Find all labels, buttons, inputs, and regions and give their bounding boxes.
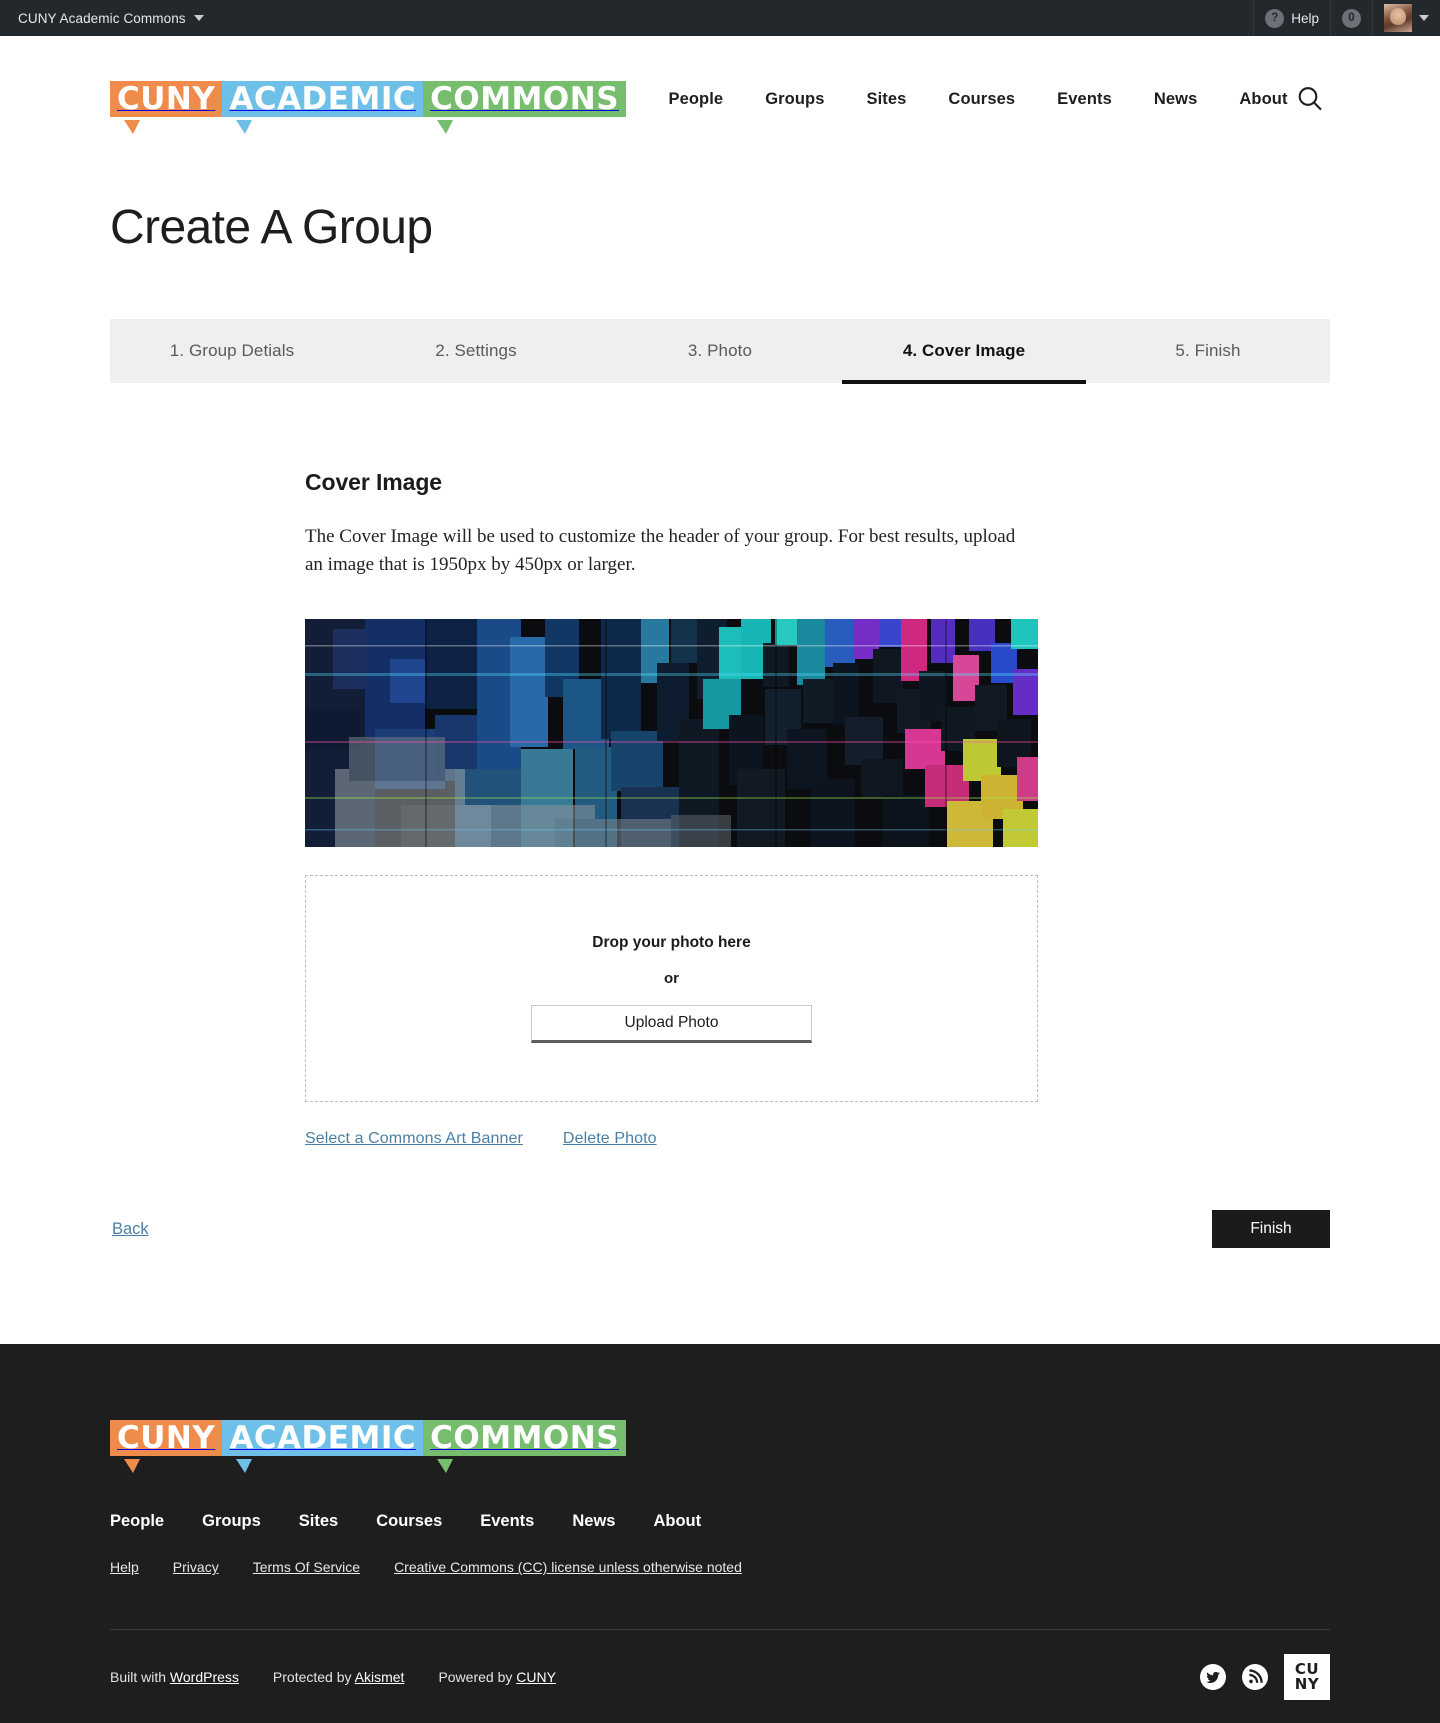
footer-nav-item-courses[interactable]: Courses bbox=[376, 1512, 442, 1531]
section-title: Cover Image bbox=[305, 469, 442, 495]
cover-image-actions: Select a Commons Art Banner Delete Photo bbox=[305, 1130, 1135, 1148]
step-content: Cover Image The Cover Image will be used… bbox=[110, 469, 1330, 1148]
footer-logo-wordmark: CUNY ACADEMIC COMMONS bbox=[110, 1416, 627, 1474]
admin-bar: CUNY Academic Commons ? Help 0 bbox=[0, 0, 1440, 36]
footer-privacy-link[interactable]: Privacy bbox=[173, 1559, 219, 1575]
dropzone-or-label: or bbox=[664, 970, 679, 988]
credit-cuny: Powered by CUNY bbox=[438, 1669, 556, 1685]
akismet-link[interactable]: Akismet bbox=[355, 1669, 405, 1685]
cuny-link[interactable]: CUNY bbox=[516, 1669, 556, 1685]
footer-nav-item-groups[interactable]: Groups bbox=[202, 1512, 261, 1531]
upload-photo-button[interactable]: Upload Photo bbox=[531, 1005, 812, 1044]
footer-legal-links: Help Privacy Terms Of Service Creative C… bbox=[110, 1559, 1330, 1629]
logo-wordmark: CUNY ACADEMIC COMMONS bbox=[110, 77, 627, 134]
footer-nav-item-sites[interactable]: Sites bbox=[299, 1512, 338, 1531]
footer-logo-part-academic: ACADEMIC bbox=[222, 1416, 424, 1474]
footer-bottom-bar: Built with WordPress Protected by Akisme… bbox=[110, 1629, 1330, 1723]
question-mark-icon: ? bbox=[1265, 8, 1285, 28]
cuny-mark-line2: NY bbox=[1294, 1674, 1320, 1693]
logo-part-cuny: CUNY bbox=[110, 77, 223, 134]
footer-license-link[interactable]: Creative Commons (CC) license unless oth… bbox=[394, 1559, 742, 1575]
site-footer: CUNY ACADEMIC COMMONS People Groups Site… bbox=[0, 1344, 1440, 1723]
adminbar-help-label: Help bbox=[1291, 10, 1319, 26]
page-container: Create A Group 1. Group Detials 2. Setti… bbox=[0, 200, 1440, 1148]
cuny-logo-mark[interactable]: CU NY bbox=[1284, 1653, 1330, 1700]
logo-tail-icon bbox=[236, 1459, 253, 1474]
adminbar-spacer bbox=[216, 0, 1254, 36]
wordpress-link[interactable]: WordPress bbox=[170, 1669, 239, 1685]
tab-finish[interactable]: 5. Finish bbox=[1086, 319, 1330, 383]
rss-icon[interactable] bbox=[1242, 1663, 1268, 1690]
select-commons-art-banner-link[interactable]: Select a Commons Art Banner bbox=[305, 1130, 523, 1148]
main-navigation: People Groups Sites Courses Events News … bbox=[666, 90, 1290, 109]
nav-item-news[interactable]: News bbox=[1154, 90, 1198, 109]
nav-item-groups[interactable]: Groups bbox=[765, 90, 824, 109]
nav-item-sites[interactable]: Sites bbox=[866, 90, 906, 109]
footer-logo-part-commons: COMMONS bbox=[423, 1416, 627, 1474]
footer-logo-part-cuny: CUNY bbox=[110, 1416, 223, 1474]
delete-photo-link[interactable]: Delete Photo bbox=[563, 1130, 657, 1148]
photo-dropzone[interactable]: Drop your photo here or Upload Photo bbox=[305, 875, 1038, 1103]
credit-wordpress-prefix: Built with bbox=[110, 1668, 167, 1685]
adminbar-help-item[interactable]: ? Help bbox=[1253, 0, 1330, 36]
footer-credits: Built with WordPress Protected by Akisme… bbox=[110, 1669, 556, 1685]
section-description: The Cover Image will be used to customiz… bbox=[305, 526, 1016, 576]
logo-tail-icon bbox=[437, 1459, 454, 1474]
footer-logo[interactable]: CUNY ACADEMIC COMMONS bbox=[110, 1416, 1330, 1474]
tab-cover-image[interactable]: 4. Cover Image bbox=[842, 319, 1086, 384]
credit-wordpress: Built with WordPress bbox=[110, 1669, 239, 1685]
footer-nav-item-people[interactable]: People bbox=[110, 1512, 164, 1531]
page-title: Create A Group bbox=[110, 201, 433, 254]
logo-tail-icon bbox=[236, 120, 253, 134]
adminbar-site-menu[interactable]: CUNY Academic Commons bbox=[0, 0, 216, 36]
cover-image-preview bbox=[305, 619, 1038, 848]
notification-count-badge: 0 bbox=[1342, 8, 1361, 28]
logo-tail-icon bbox=[437, 120, 454, 134]
logo-part-commons: COMMONS bbox=[423, 77, 627, 134]
logo-tail-icon bbox=[124, 1459, 140, 1474]
site-logo[interactable]: CUNY ACADEMIC COMMONS bbox=[110, 77, 627, 134]
adminbar-right-group: ? Help 0 bbox=[1253, 0, 1440, 36]
dropzone-title: Drop your photo here bbox=[592, 934, 751, 952]
search-icon[interactable] bbox=[1290, 79, 1330, 119]
avatar bbox=[1384, 4, 1412, 32]
chevron-down-icon bbox=[193, 15, 204, 21]
footer-navigation: People Groups Sites Courses Events News … bbox=[110, 1512, 1330, 1531]
nav-item-about[interactable]: About bbox=[1239, 90, 1287, 109]
footer-nav-item-about[interactable]: About bbox=[653, 1512, 701, 1531]
tab-photo[interactable]: 3. Photo bbox=[598, 319, 842, 383]
footer-terms-link[interactable]: Terms Of Service bbox=[253, 1559, 360, 1575]
nav-item-courses[interactable]: Courses bbox=[948, 90, 1015, 109]
credit-akismet: Protected by Akismet bbox=[273, 1669, 405, 1685]
wizard-navigation: Back Finish bbox=[110, 1210, 1330, 1344]
adminbar-notifications-item[interactable]: 0 bbox=[1330, 0, 1372, 36]
credit-akismet-prefix: Protected by bbox=[272, 1668, 352, 1685]
adminbar-site-name: CUNY Academic Commons bbox=[18, 10, 186, 26]
footer-social-links: CU NY bbox=[1200, 1653, 1330, 1700]
wizard-tabs: 1. Group Detials 2. Settings 3. Photo 4.… bbox=[110, 319, 1330, 384]
chevron-down-icon bbox=[1419, 15, 1429, 21]
credit-cuny-prefix: Powered by bbox=[438, 1668, 513, 1685]
tab-group-details[interactable]: 1. Group Detials bbox=[110, 319, 354, 383]
logo-part-academic: ACADEMIC bbox=[222, 77, 424, 134]
tab-settings[interactable]: 2. Settings bbox=[354, 319, 598, 383]
footer-help-link[interactable]: Help bbox=[110, 1559, 139, 1575]
adminbar-account-menu[interactable] bbox=[1372, 0, 1440, 36]
footer-nav-item-events[interactable]: Events bbox=[480, 1512, 534, 1531]
footer-nav-item-news[interactable]: News bbox=[572, 1512, 615, 1531]
nav-item-people[interactable]: People bbox=[669, 90, 724, 109]
finish-button[interactable]: Finish bbox=[1212, 1210, 1330, 1249]
nav-item-events[interactable]: Events bbox=[1057, 90, 1112, 109]
twitter-icon[interactable] bbox=[1200, 1663, 1226, 1690]
logo-tail-icon bbox=[124, 120, 140, 134]
back-link[interactable]: Back bbox=[112, 1220, 149, 1239]
site-header: CUNY ACADEMIC COMMONS People Groups Site… bbox=[0, 36, 1440, 162]
